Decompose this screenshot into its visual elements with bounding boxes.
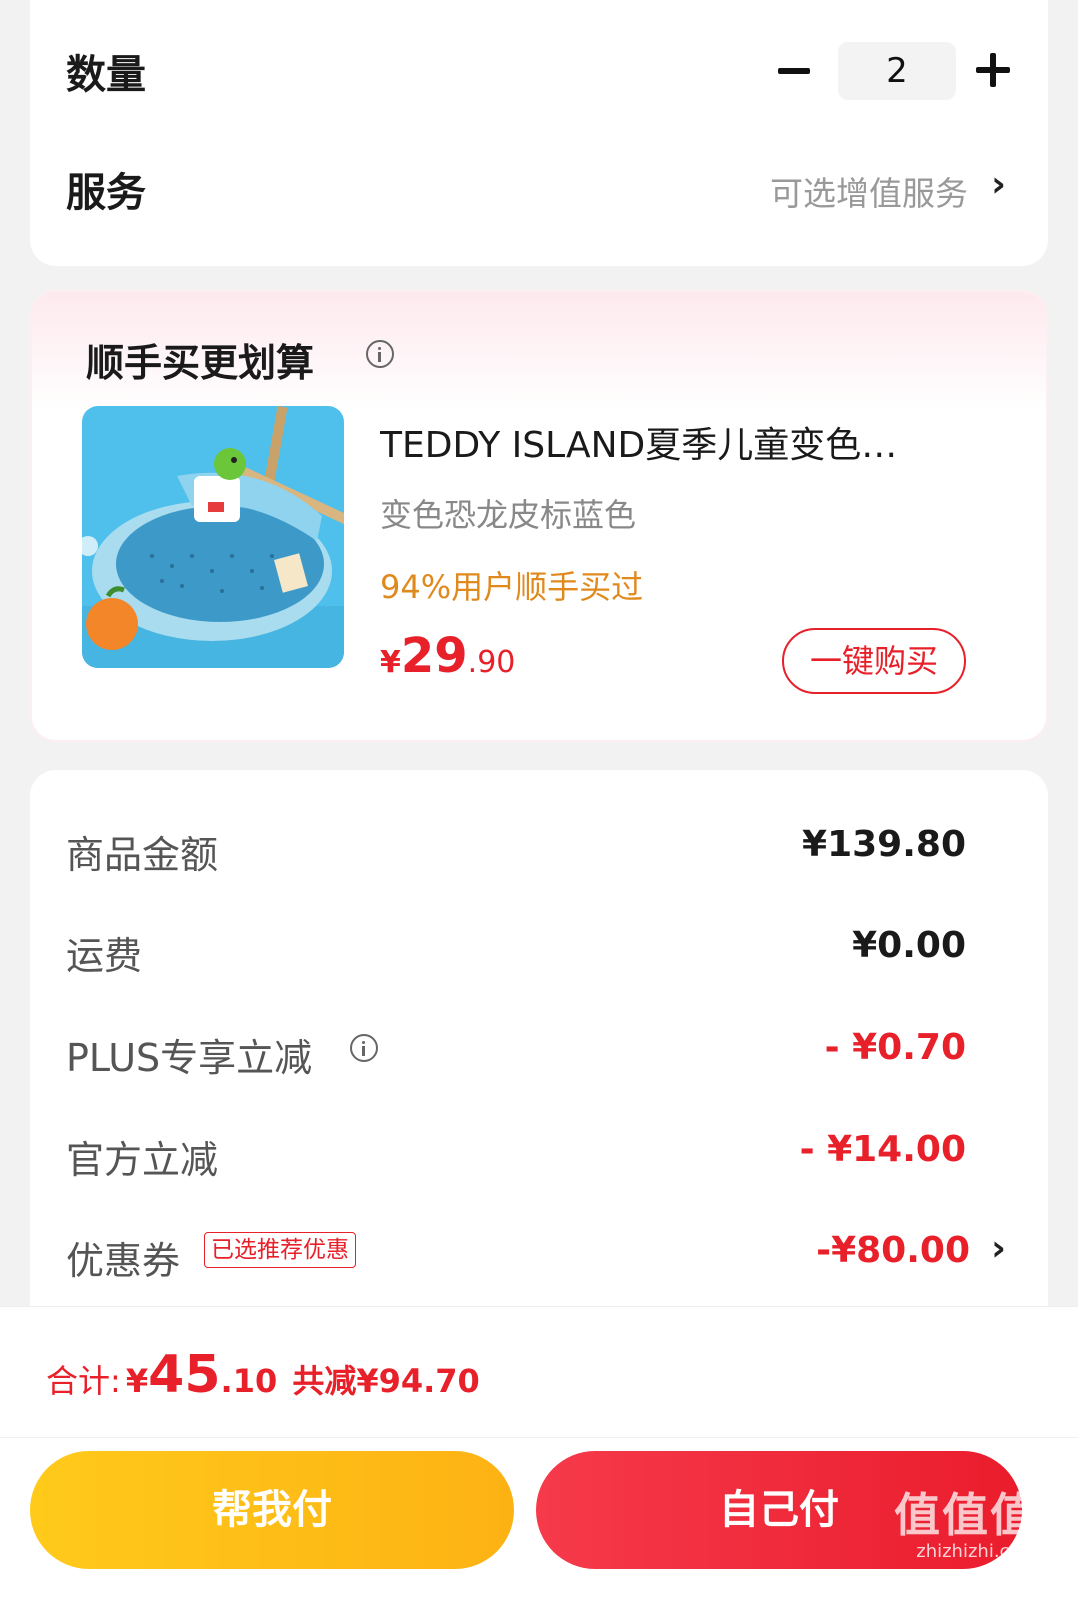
social-proof-text: 94%用户顺手买过 bbox=[380, 568, 644, 606]
coupon-value[interactable]: -¥80.00 bbox=[816, 1230, 970, 1271]
product-price: ¥29.90 bbox=[380, 628, 516, 684]
official-discount-label: 官方立减 bbox=[66, 1138, 219, 1182]
recommend-title: 顺手买更划算 bbox=[86, 341, 315, 385]
info-icon[interactable] bbox=[366, 340, 394, 368]
divider bbox=[0, 1437, 1078, 1438]
quantity-input[interactable]: 2 bbox=[838, 42, 956, 100]
chevron-right-icon[interactable]: › bbox=[991, 1228, 1006, 1269]
total-saved: 共减¥94.70 bbox=[292, 1362, 480, 1400]
price-summary-card: 商品金额 ¥139.80 运费 ¥0.00 PLUS专享立减 - ¥0.70 官… bbox=[30, 770, 1048, 1350]
quantity-increase-button[interactable] bbox=[976, 53, 1010, 87]
watermark-site: zhizhizhi.com bbox=[916, 1541, 1038, 1562]
info-icon[interactable] bbox=[350, 1034, 378, 1062]
quantity-label: 数量 bbox=[66, 52, 146, 98]
service-select[interactable]: 可选增值服务 bbox=[770, 167, 968, 215]
total-amount: 合计: ¥45.10 共减¥94.70 bbox=[46, 1345, 480, 1405]
plus-discount-value: - ¥0.70 bbox=[824, 1027, 966, 1068]
goods-amount-value: ¥139.80 bbox=[802, 824, 966, 865]
shipping-label: 运费 bbox=[66, 934, 143, 978]
help-pay-button[interactable]: 帮我付 bbox=[30, 1451, 514, 1569]
service-label: 服务 bbox=[66, 170, 146, 216]
goods-amount-label: 商品金额 bbox=[66, 833, 219, 877]
product-name[interactable]: TEDDY ISLAND夏季儿童变色… bbox=[380, 416, 960, 468]
checkout-bar: 合计: ¥45.10 共减¥94.70 帮我付 自己付 值值值 zhizhizh… bbox=[0, 1306, 1078, 1617]
options-card: 数量 2 服务 可选增值服务 › bbox=[30, 0, 1048, 266]
one-click-buy-button[interactable]: 一键购买 bbox=[782, 628, 966, 694]
official-discount-value: - ¥14.00 bbox=[799, 1129, 966, 1170]
quantity-decrease-button[interactable] bbox=[778, 68, 810, 74]
watermark-logo: 值值值 bbox=[894, 1488, 1038, 1542]
plus-discount-label: PLUS专享立减 bbox=[66, 1036, 313, 1080]
shipping-value: ¥0.00 bbox=[852, 925, 966, 966]
product-variant: 变色恐龙皮标蓝色 bbox=[380, 496, 637, 534]
coupon-label[interactable]: 优惠券 bbox=[66, 1230, 180, 1285]
recommend-card: 顺手买更划算 TEDDY ISLAND夏季儿童变色… 变色恐龙皮标蓝色 94%用… bbox=[30, 290, 1048, 742]
chevron-right-icon[interactable]: › bbox=[991, 164, 1006, 205]
coupon-badge: 已选推荐优惠 bbox=[204, 1232, 356, 1268]
product-image[interactable] bbox=[82, 406, 344, 668]
sun-visor-image bbox=[82, 406, 344, 668]
